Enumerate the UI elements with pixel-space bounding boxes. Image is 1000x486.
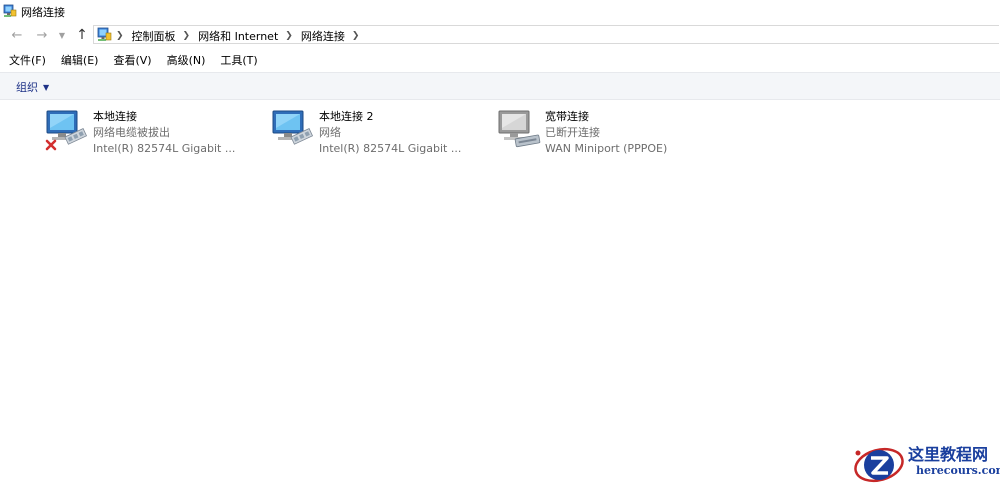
command-bar: 组织 ▼ <box>0 72 1000 100</box>
connections-list: 本地连接 网络电缆被拔出 Intel(R) 82574L Gigabit ...… <box>0 100 1000 486</box>
chevron-right-icon[interactable]: ❯ <box>352 31 360 41</box>
breadcrumb: ❯ 控制面板 ❯ 网络和 Internet ❯ 网络连接 ❯ <box>116 28 367 44</box>
connection-device: WAN Miniport (PPPOE) <box>545 142 668 155</box>
organize-label: 组织 <box>16 81 38 94</box>
menu-edit[interactable]: 编辑(E) <box>53 51 106 71</box>
arrow-left-icon: ← <box>11 27 23 43</box>
caret-down-icon: ▼ <box>43 82 50 92</box>
wired-network-icon <box>272 110 314 145</box>
address-bar: ← → ▼ ↑ ❯ 控制面板 ❯ 网络和 Internet ❯ 网络连接 ❯ <box>0 24 1000 46</box>
menu-bar: 文件(F) 编辑(E) 查看(V) 高级(N) 工具(T) <box>0 51 1000 71</box>
breadcrumb-control-panel[interactable]: 控制面板 <box>132 28 176 44</box>
connection-item-local[interactable]: 本地连接 网络电缆被拔出 Intel(R) 82574L Gigabit ... <box>45 107 255 157</box>
connection-status: 已断开连接 <box>545 126 600 139</box>
breadcrumb-network-internet[interactable]: 网络和 Internet <box>198 28 278 44</box>
forward-button[interactable]: → <box>34 26 50 44</box>
organize-button[interactable]: 组织 ▼ <box>16 79 49 95</box>
back-button[interactable]: ← <box>9 26 25 44</box>
menu-advanced[interactable]: 高级(N) <box>159 51 213 71</box>
watermark-title: 这里教程网 <box>908 445 989 464</box>
connection-status: 网络 <box>319 126 341 139</box>
chevron-right-icon[interactable]: ❯ <box>285 31 293 41</box>
breadcrumb-network-connections[interactable]: 网络连接 <box>301 28 345 44</box>
connection-item-local-2[interactable]: 本地连接 2 网络 Intel(R) 82574L Gigabit ... <box>271 107 481 157</box>
connection-status: 网络电缆被拔出 <box>93 126 170 139</box>
watermark: 这里教程网 herecours.com <box>852 440 1000 484</box>
arrow-up-icon: ↑ <box>76 27 88 43</box>
window-title: 网络连接 <box>21 6 65 19</box>
menu-view[interactable]: 查看(V) <box>105 51 158 71</box>
watermark-logo-icon <box>854 447 904 483</box>
watermark-url: herecours.com <box>916 464 1000 477</box>
title-bar: 网络连接 <box>0 0 1000 23</box>
chevron-down-icon: ▼ <box>58 30 66 40</box>
connection-device: Intel(R) 82574L Gigabit ... <box>93 142 236 155</box>
wired-network-disconnected-icon <box>45 110 88 151</box>
menu-tools[interactable]: 工具(T) <box>212 51 264 71</box>
connection-item-broadband[interactable]: 宽带连接 已断开连接 WAN Miniport (PPPOE) <box>497 107 707 157</box>
connection-name: 本地连接 <box>93 110 137 123</box>
up-button[interactable]: ↑ <box>74 26 90 44</box>
address-field[interactable]: ❯ 控制面板 ❯ 网络和 Internet ❯ 网络连接 ❯ <box>93 25 999 44</box>
connection-name: 宽带连接 <box>545 110 589 123</box>
connection-device: Intel(R) 82574L Gigabit ... <box>319 142 462 155</box>
broadband-disconnected-icon <box>498 110 541 148</box>
menu-file[interactable]: 文件(F) <box>0 51 53 71</box>
recent-locations-button[interactable]: ▼ <box>56 26 68 44</box>
chevron-right-icon[interactable]: ❯ <box>183 31 191 41</box>
arrow-right-icon: → <box>36 27 48 43</box>
chevron-right-icon[interactable]: ❯ <box>116 31 124 41</box>
network-connections-icon <box>3 4 17 17</box>
control-panel-icon <box>97 27 112 41</box>
connection-name: 本地连接 2 <box>319 110 374 123</box>
